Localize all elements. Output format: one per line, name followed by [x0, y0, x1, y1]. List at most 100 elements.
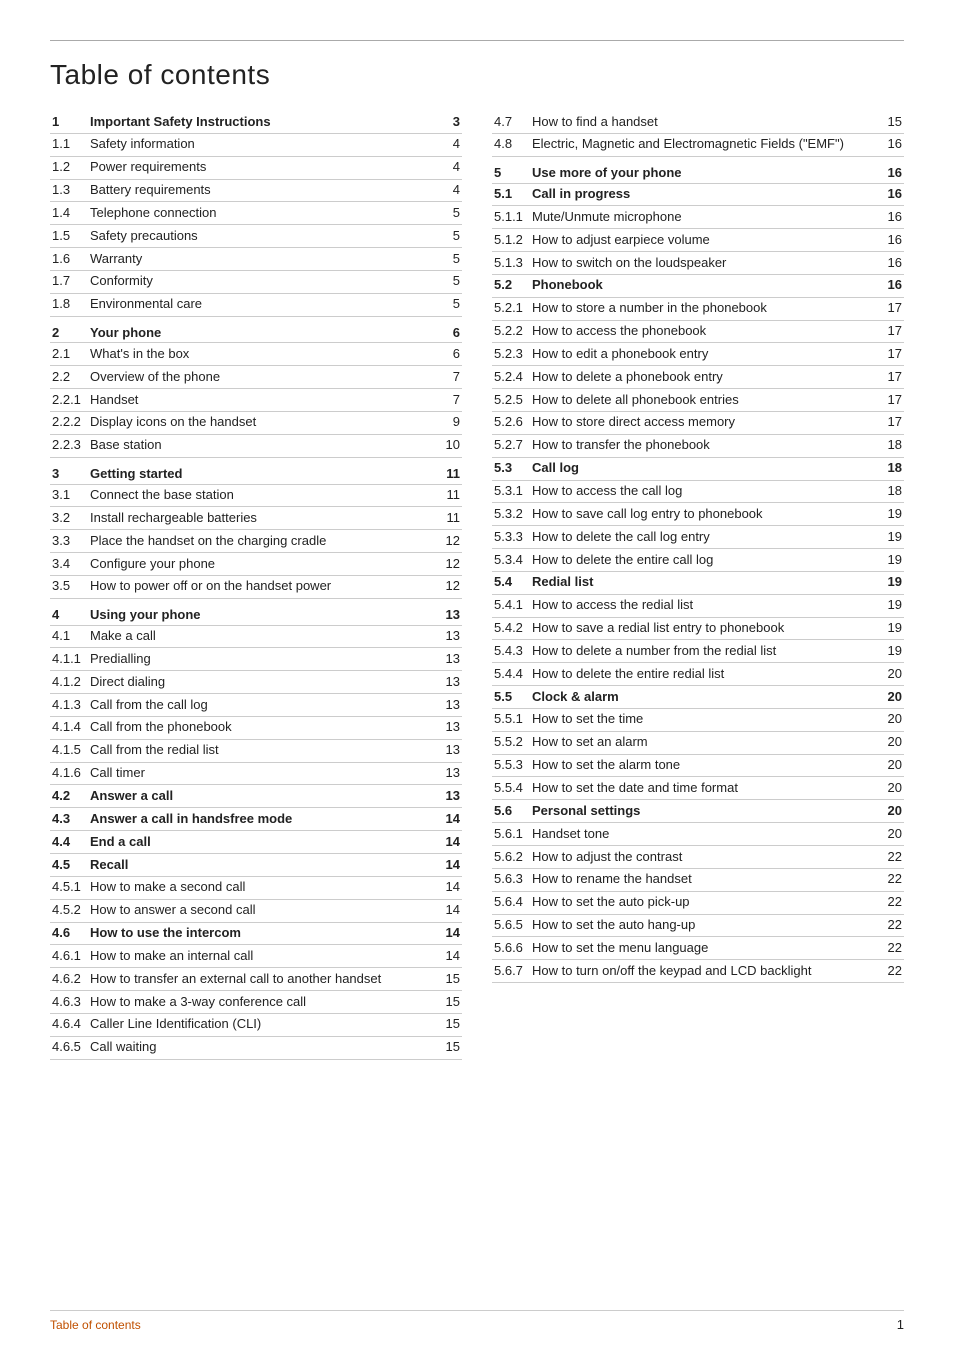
- toc-page: 11: [440, 507, 462, 530]
- toc-label: Call in progress: [530, 183, 882, 206]
- toc-page: 4: [440, 156, 462, 179]
- toc-label: How to access the redial list: [530, 594, 882, 617]
- toc-page: 9: [440, 411, 462, 434]
- toc-num: 4.1.1: [50, 648, 88, 671]
- toc-label: How to access the call log: [530, 480, 882, 503]
- toc-label: Answer a call in handsfree mode: [88, 808, 440, 831]
- toc-num: 4.6.3: [50, 991, 88, 1014]
- toc-right-column: 4.7How to find a handset154.8Electric, M…: [492, 111, 904, 983]
- toc-page: 14: [440, 831, 462, 854]
- toc-page: 16: [882, 252, 904, 275]
- toc-num: 4.8: [492, 133, 530, 156]
- toc-num: 4.2: [50, 785, 88, 808]
- toc-page: 15: [440, 1013, 462, 1036]
- toc-page: 22: [882, 960, 904, 983]
- toc-num: 5.3.1: [492, 480, 530, 503]
- footer-page: 1: [897, 1317, 904, 1332]
- toc-num: 5.5.1: [492, 708, 530, 731]
- toc-label: Your phone: [88, 320, 440, 343]
- toc-page: 18: [882, 434, 904, 457]
- toc-page: 14: [440, 922, 462, 945]
- toc-page: 5: [440, 293, 462, 316]
- toc-label: Safety information: [88, 133, 440, 156]
- toc-label: Using your phone: [88, 602, 440, 625]
- toc-label: How to set the date and time format: [530, 777, 882, 800]
- toc-num: 5.1.1: [492, 206, 530, 229]
- toc-num: 1.6: [50, 248, 88, 271]
- toc-num: 5.5.4: [492, 777, 530, 800]
- toc-num: 5.4.2: [492, 617, 530, 640]
- toc-num: 3.3: [50, 530, 88, 553]
- toc-label: How to rename the handset: [530, 868, 882, 891]
- toc-page: 20: [882, 754, 904, 777]
- toc-label: Getting started: [88, 461, 440, 484]
- toc-label: End a call: [88, 831, 440, 854]
- toc-num: 5.5.2: [492, 731, 530, 754]
- toc-page: 13: [440, 648, 462, 671]
- toc-page: 10: [440, 434, 462, 457]
- toc-page: 13: [440, 694, 462, 717]
- toc-label: Electric, Magnetic and Electromagnetic F…: [530, 133, 882, 156]
- toc-label: Install rechargeable batteries: [88, 507, 440, 530]
- toc-page: 19: [882, 549, 904, 572]
- toc-page: 13: [440, 716, 462, 739]
- toc-label: Connect the base station: [88, 484, 440, 507]
- toc-label: Environmental care: [88, 293, 440, 316]
- toc-num: 4.1.4: [50, 716, 88, 739]
- toc-label: How to make an internal call: [88, 945, 440, 968]
- toc-num: 4.6: [50, 922, 88, 945]
- toc-page: 15: [440, 991, 462, 1014]
- toc-label: How to use the intercom: [88, 922, 440, 945]
- toc-num: 4.5.2: [50, 899, 88, 922]
- toc-page: 22: [882, 914, 904, 937]
- toc-label: How to set the menu language: [530, 937, 882, 960]
- toc-label: How to delete the entire call log: [530, 549, 882, 572]
- toc-label: How to set the auto pick-up: [530, 891, 882, 914]
- toc-page: 5: [440, 270, 462, 293]
- toc-num: 1.3: [50, 179, 88, 202]
- toc-label: How to make a 3-way conference call: [88, 991, 440, 1014]
- toc-page: 19: [882, 640, 904, 663]
- toc-num: 4.6.5: [50, 1036, 88, 1059]
- footer-label: Table of contents: [50, 1318, 141, 1332]
- page: Table of contents 1Important Safety Inst…: [0, 0, 954, 1350]
- toc-label: Call waiting: [88, 1036, 440, 1059]
- toc-page: 20: [882, 823, 904, 846]
- toc-label: Call from the redial list: [88, 739, 440, 762]
- toc-num: 5.2.3: [492, 343, 530, 366]
- toc-page: 17: [882, 320, 904, 343]
- toc-label: Base station: [88, 434, 440, 457]
- toc-num: 1.5: [50, 225, 88, 248]
- toc-label: Predialling: [88, 648, 440, 671]
- toc-page: 15: [882, 111, 904, 133]
- toc-num: 4.4: [50, 831, 88, 854]
- toc-page: 14: [440, 899, 462, 922]
- toc-page: 6: [440, 320, 462, 343]
- toc-num: 5.1.3: [492, 252, 530, 275]
- toc-num: 2.2.2: [50, 411, 88, 434]
- toc-label: How to delete all phonebook entries: [530, 389, 882, 412]
- toc-page: 17: [882, 366, 904, 389]
- toc-label: Call timer: [88, 762, 440, 785]
- toc-page: 17: [882, 297, 904, 320]
- toc-page: 12: [440, 575, 462, 598]
- toc-page: 15: [440, 1036, 462, 1059]
- toc-num: 5.6.4: [492, 891, 530, 914]
- toc-num: 4.1.2: [50, 671, 88, 694]
- toc-page: 16: [882, 160, 904, 183]
- toc-num: 1.8: [50, 293, 88, 316]
- toc-label: How to set the auto hang-up: [530, 914, 882, 937]
- toc-page: 16: [882, 229, 904, 252]
- toc-label: Answer a call: [88, 785, 440, 808]
- toc-page: 20: [882, 686, 904, 709]
- toc-num: 5.6.7: [492, 960, 530, 983]
- toc-label: Handset: [88, 389, 440, 412]
- toc-label: Power requirements: [88, 156, 440, 179]
- toc-num: 5: [492, 160, 530, 183]
- toc-num: 5.6: [492, 800, 530, 823]
- toc-num: 5.4.4: [492, 663, 530, 686]
- toc-page: 14: [440, 854, 462, 877]
- toc-page: 13: [440, 739, 462, 762]
- toc-num: 4.6.1: [50, 945, 88, 968]
- toc-page: 13: [440, 625, 462, 648]
